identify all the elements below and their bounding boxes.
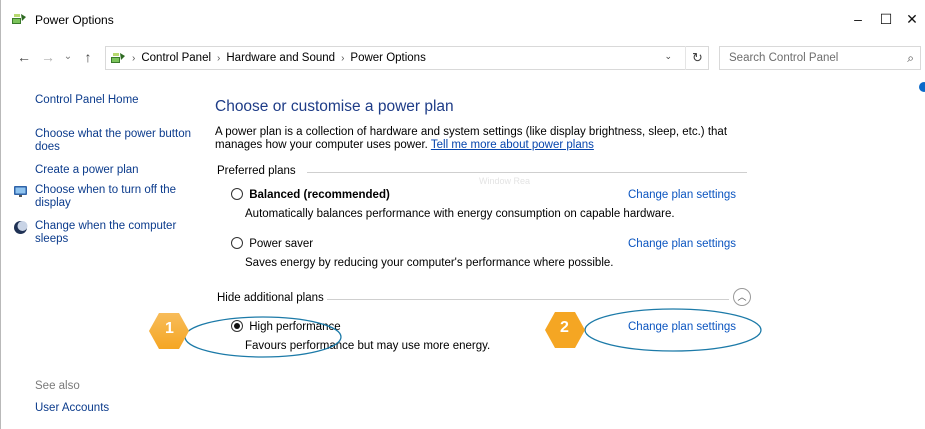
accent-dot-icon (919, 82, 925, 92)
control-panel-icon (111, 53, 125, 63)
navigation-bar: ← → ⌄ ↑ › Control Panel › Hardware and S… (1, 44, 925, 72)
title-bar: Power Options – ☐ ✕ (1, 0, 925, 38)
left-task-pane: Control Panel Home Choose what the power… (1, 80, 201, 429)
plan-name[interactable]: High performance (249, 321, 340, 333)
additional-plans-divider (327, 299, 729, 300)
window-title: Power Options (35, 13, 114, 27)
close-button[interactable]: ✕ (897, 8, 925, 30)
plan-description: Saves energy by reducing your computer's… (245, 257, 614, 269)
preferred-plans-divider (307, 172, 747, 173)
search-input[interactable]: Search Control Panel ⌕ (719, 46, 921, 70)
computer-sleeps-link[interactable]: Change when the computer sleeps (35, 220, 195, 246)
breadcrumb-separator-icon[interactable]: › (217, 53, 220, 64)
up-arrow-icon[interactable]: ↑ (79, 47, 97, 67)
change-plan-settings-high-performance[interactable]: Change plan settings (628, 321, 736, 333)
plan-name[interactable]: Power saver (249, 238, 313, 250)
search-placeholder: Search Control Panel (729, 52, 839, 64)
sleep-moon-icon (14, 221, 28, 234)
power-saver-radio[interactable] (231, 237, 243, 249)
address-dropdown-icon[interactable]: ⌄ (664, 51, 672, 62)
high-performance-radio[interactable] (231, 320, 243, 332)
breadcrumb-separator-icon: › (132, 52, 136, 64)
power-options-app-icon (12, 14, 26, 24)
recent-locations-chevron-icon[interactable]: ⌄ (59, 47, 77, 67)
watermark-text: Window Rea (479, 176, 531, 186)
plan-name[interactable]: Balanced (recommended) (249, 189, 390, 201)
plan-description: Automatically balances performance with … (245, 208, 675, 220)
create-power-plan-link[interactable]: Create a power plan (35, 164, 195, 177)
change-plan-settings-balanced[interactable]: Change plan settings (628, 189, 736, 201)
power-options-window: Power Options – ☐ ✕ ← → ⌄ ↑ › Control Pa… (0, 0, 925, 429)
main-content: Choose or customise a power plan A power… (215, 80, 915, 429)
hide-additional-plans-toggle[interactable]: Hide additional plans (217, 292, 324, 304)
user-accounts-link[interactable]: User Accounts (35, 402, 195, 415)
plan-description: Favours performance but may use more ene… (245, 340, 491, 352)
see-also-label: See also (35, 380, 80, 392)
power-button-link[interactable]: Choose what the power button does (35, 128, 195, 154)
address-bar[interactable]: › Control Panel › Hardware and Sound › P… (105, 46, 709, 70)
page-title: Choose or customise a power plan (215, 98, 454, 115)
callout-number-2: 2 (560, 319, 569, 336)
breadcrumb-hardware-and-sound[interactable]: Hardware and Sound (226, 52, 335, 64)
breadcrumb-power-options[interactable]: Power Options (350, 52, 425, 64)
preferred-plans-header: Preferred plans (217, 165, 296, 177)
display-monitor-icon (14, 186, 27, 197)
callout-number-1: 1 (165, 320, 174, 337)
search-icon[interactable]: ⌕ (907, 47, 914, 69)
balanced-radio[interactable] (231, 188, 243, 200)
control-panel-home-link[interactable]: Control Panel Home (35, 94, 195, 107)
intro-paragraph: A power plan is a collection of hardware… (215, 126, 755, 152)
breadcrumb-separator-icon[interactable]: › (341, 53, 344, 64)
minimize-button[interactable]: – (843, 8, 873, 30)
tell-me-more-link[interactable]: Tell me more about power plans (431, 139, 594, 151)
collapse-chevron-icon[interactable]: ︿ (733, 288, 751, 306)
breadcrumb-control-panel[interactable]: Control Panel (141, 52, 211, 64)
refresh-icon[interactable]: ↻ (685, 46, 709, 70)
change-plan-settings-power-saver[interactable]: Change plan settings (628, 238, 736, 250)
turn-off-display-link[interactable]: Choose when to turn off the display (35, 184, 195, 210)
forward-arrow-icon[interactable]: → (39, 47, 57, 67)
back-arrow-icon[interactable]: ← (15, 47, 33, 67)
